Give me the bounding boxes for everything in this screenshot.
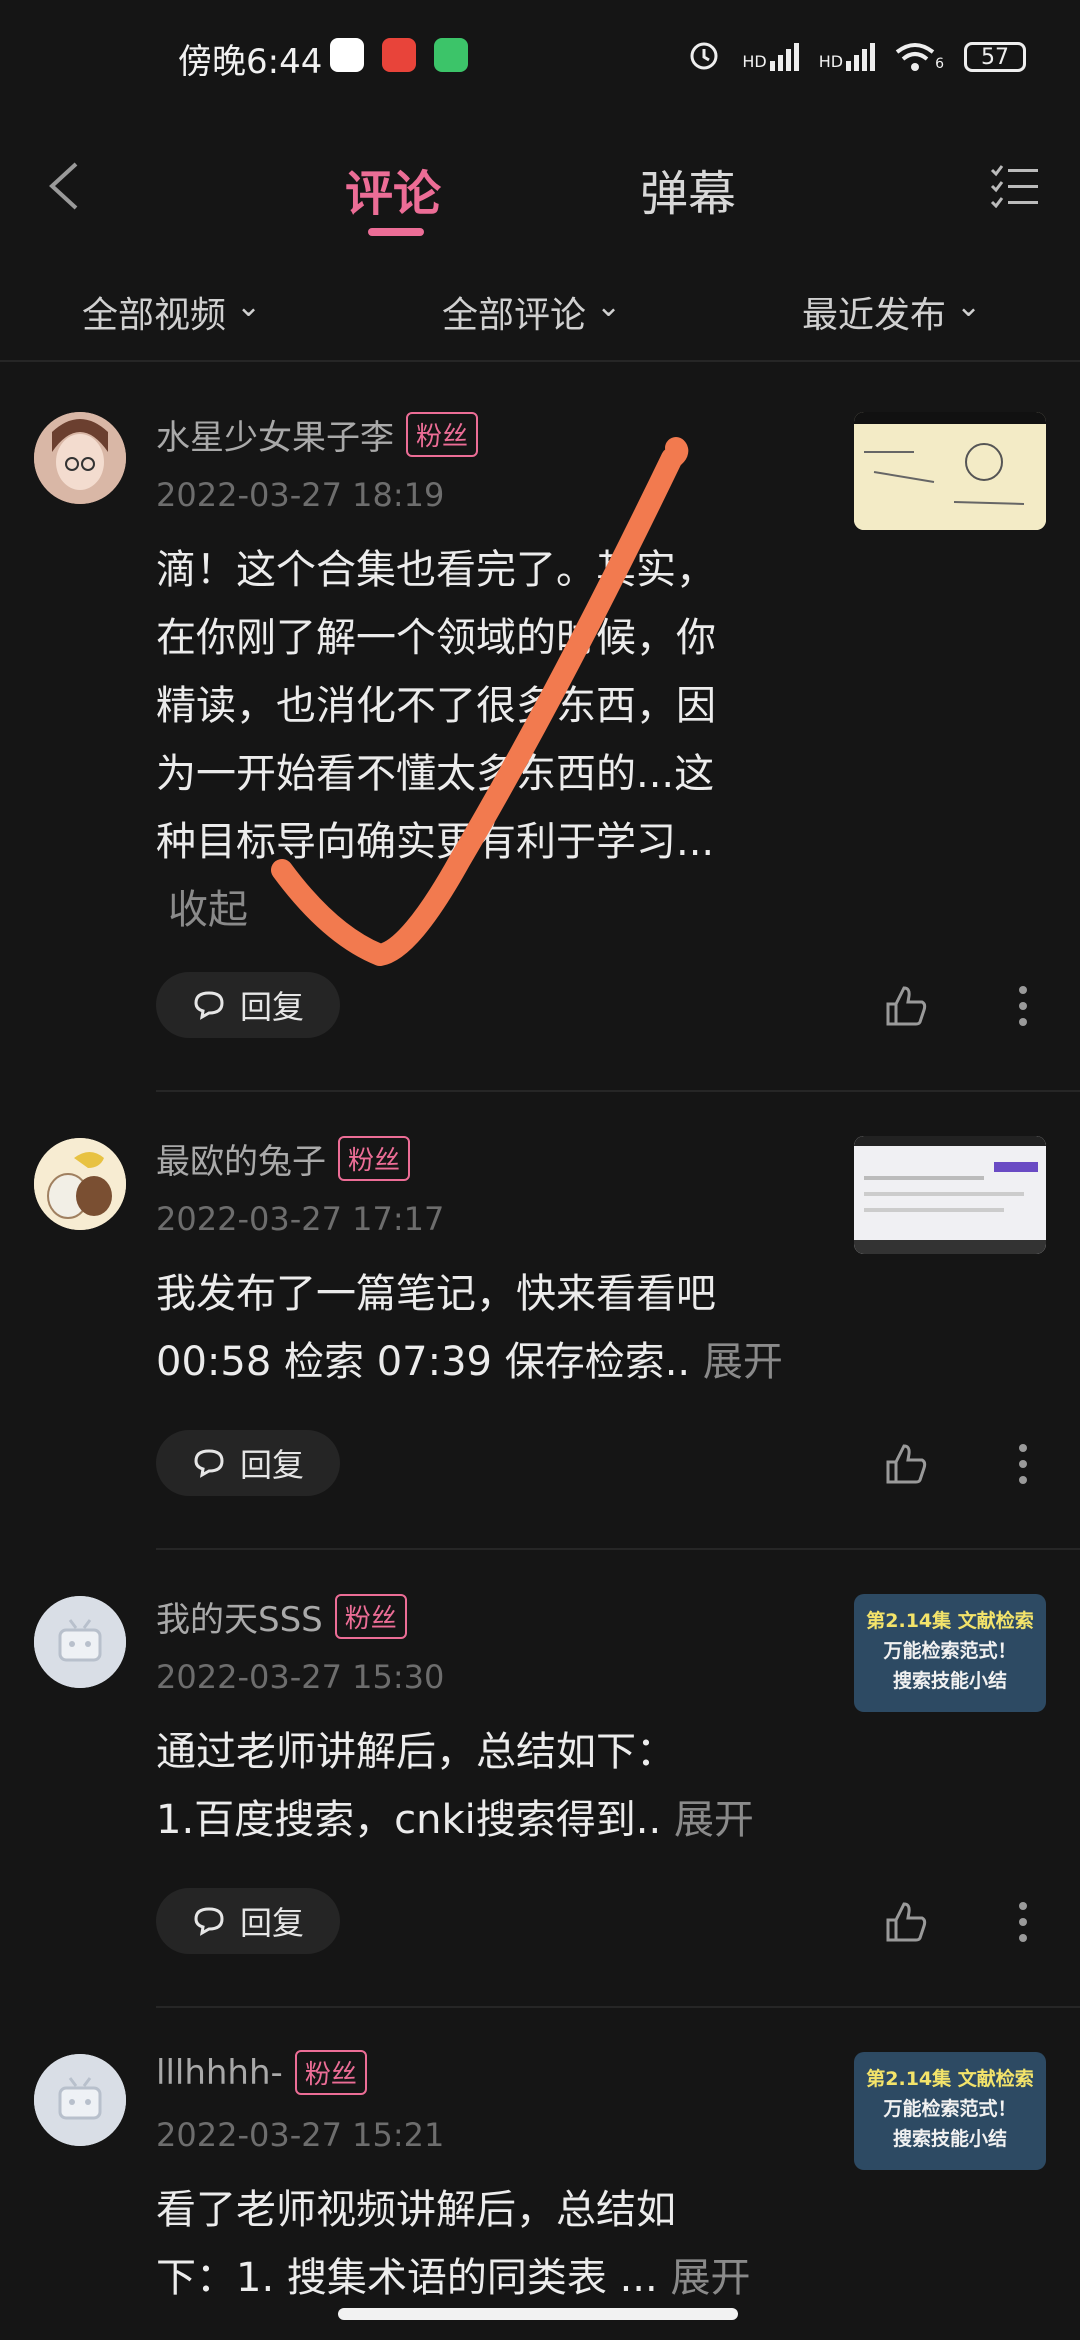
avatar[interactable] — [34, 1138, 126, 1230]
thumbnail-subtitle: 万能检索范式！ — [883, 2098, 1017, 2120]
network-type-2: HD — [818, 52, 844, 71]
status-right: HD HD 6 57 — [686, 36, 1026, 78]
reply-button[interactable]: 回复 — [156, 1888, 340, 1954]
comment-username[interactable]: 我的天SSS 粉丝 — [156, 1592, 407, 1641]
thumbs-up-icon[interactable] — [884, 984, 928, 1028]
comment-bubble-icon — [194, 1907, 224, 1936]
comment-username[interactable]: 水星少女果子李 粉丝 — [156, 410, 479, 459]
app-mascot-icon — [382, 38, 416, 72]
divider — [156, 1090, 1080, 1092]
comment-line: 看了老师视频讲解后，总结如 — [156, 2187, 676, 2233]
more-options-icon[interactable] — [1018, 1442, 1028, 1486]
expand-link[interactable]: 展开 — [670, 2255, 750, 2301]
reply-label: 回复 — [239, 1446, 304, 1484]
video-thumbnail[interactable] — [854, 412, 1046, 530]
fan-badge: 粉丝 — [338, 1136, 411, 1181]
username-text: 最欧的兔子 — [156, 1142, 326, 1182]
comment-line: 为一开始看不懂太多东西的...这 — [156, 751, 715, 797]
comment-line: 在你刚了解一个领域的时候，你 — [156, 615, 716, 661]
filter-sort-dropdown[interactable]: 最近发布 ⌄ — [802, 286, 981, 338]
chevron-down-icon: ⌄ — [596, 288, 622, 324]
comment-body[interactable]: 看了老师视频讲解后，总结如 下：1. 搜集术语的同类表 ... 展开 — [156, 2176, 836, 2312]
wifi-icon: 6 — [895, 42, 944, 72]
more-options-icon[interactable] — [1018, 984, 1028, 1028]
expand-link[interactable]: 展开 — [703, 1339, 783, 1385]
reply-button[interactable]: 回复 — [156, 972, 340, 1038]
tab-danmaku[interactable]: 弹幕 — [640, 154, 736, 224]
filter-comments-label: 全部评论 — [442, 295, 587, 336]
username-text: 水星少女果子李 — [156, 418, 394, 458]
signal-icon-1: HD — [742, 43, 799, 71]
avatar[interactable] — [34, 412, 126, 504]
comment-line: 我发布了一篇笔记，快来看看吧 — [156, 1271, 716, 1317]
comment-line: 通过老师讲解后，总结如下： — [156, 1729, 676, 1775]
comment-username[interactable]: 最欧的兔子 粉丝 — [156, 1134, 411, 1183]
comment-line: 滴！这个合集也看完了。其实， — [156, 547, 716, 593]
tab-comments[interactable]: 评论 — [345, 154, 441, 224]
status-bar: 傍晚6:44 HD HD 6 57 — [0, 0, 1080, 120]
comment-body[interactable]: 通过老师讲解后，总结如下： 1.百度搜索，cnki搜索得到.. 展开 — [156, 1718, 836, 1854]
list-check-icon[interactable] — [990, 164, 1040, 208]
alarm-icon — [686, 36, 722, 78]
video-thumbnail[interactable]: 第2.14集 文献检索 万能检索范式！ 搜索技能小结 — [854, 2052, 1046, 2170]
wifi-label: 6 — [935, 56, 944, 72]
thumbnail-subtitle: 搜索技能小结 — [892, 1670, 1007, 1692]
wechat-icon — [434, 38, 468, 72]
status-time: 傍晚6:44 — [178, 42, 323, 82]
battery-indicator: 57 — [964, 42, 1026, 72]
comment-line: 种目标导向确实更有利于学习... — [156, 819, 715, 865]
avatar[interactable] — [34, 2054, 126, 2146]
reply-label: 回复 — [239, 1904, 304, 1942]
filter-video-dropdown[interactable]: 全部视频 ⌄ — [82, 286, 261, 338]
chevron-down-icon: ⌄ — [236, 288, 262, 324]
avatar[interactable] — [34, 1596, 126, 1688]
thumbs-up-icon[interactable] — [884, 1900, 928, 1944]
filter-bar: 全部视频 ⌄ 全部评论 ⌄ 最近发布 ⌄ — [0, 260, 1080, 362]
comment-line: 下：1. 搜集术语的同类表 ... — [156, 2255, 658, 2301]
fan-badge: 粉丝 — [406, 412, 479, 457]
thumbnail-title: 第2.14集 文献检索 — [866, 2068, 1034, 2090]
comment-line: 精读，也消化不了很多东西，因 — [156, 683, 716, 729]
comment-line: 00:58 检索 07:39 保存检索.. — [156, 1339, 691, 1385]
reply-label: 回复 — [239, 988, 304, 1026]
comment-bubble-icon — [194, 1449, 224, 1478]
filter-comments-dropdown[interactable]: 全部评论 ⌄ — [442, 286, 621, 338]
thumbnail-title: 第2.14集 文献检索 — [866, 1610, 1034, 1632]
chevron-down-icon: ⌄ — [956, 288, 982, 324]
comment-date: 2022-03-27 17:17 — [156, 1200, 445, 1238]
more-options-icon[interactable] — [1018, 1900, 1028, 1944]
fan-badge: 粉丝 — [294, 2050, 367, 2095]
collapse-link[interactable]: 收起 — [156, 876, 776, 944]
thumbnail-subtitle: 万能检索范式！ — [883, 1640, 1017, 1662]
home-indicator[interactable] — [338, 2308, 738, 2320]
network-type-1: HD — [742, 52, 767, 71]
divider — [156, 2006, 1080, 2008]
comment-username[interactable]: lllhhhh- 粉丝 — [156, 2050, 367, 2095]
video-thumbnail[interactable]: 第2.14集 文献检索 万能检索范式！ 搜索技能小结 — [854, 1594, 1046, 1712]
video-thumbnail[interactable] — [854, 1136, 1046, 1254]
filter-sort-label: 最近发布 — [802, 295, 947, 336]
back-arrow-icon[interactable] — [44, 160, 84, 212]
baidu-netdisk-icon — [330, 38, 364, 72]
comment-date: 2022-03-27 18:19 — [156, 476, 445, 514]
status-app-icons — [330, 38, 468, 72]
username-text: 我的天SSS — [156, 1600, 323, 1640]
username-text: lllhhhh- — [156, 2052, 283, 2093]
expand-link[interactable]: 展开 — [674, 1797, 754, 1843]
comment-body[interactable]: 滴！这个合集也看完了。其实， 在你刚了解一个领域的时候，你 精读，也消化不了很多… — [156, 536, 776, 944]
top-nav: 评论 弹幕 — [0, 120, 1080, 250]
comment-bubble-icon — [194, 991, 224, 1020]
filter-video-label: 全部视频 — [82, 295, 227, 336]
comment-date: 2022-03-27 15:21 — [156, 2116, 445, 2154]
signal-icon-2: HD — [818, 43, 876, 71]
active-tab-indicator — [368, 228, 424, 236]
thumbs-up-icon[interactable] — [884, 1442, 928, 1486]
comment-line: 1.百度搜索，cnki搜索得到.. — [156, 1797, 662, 1843]
divider — [156, 1548, 1080, 1550]
thumbnail-subtitle: 搜索技能小结 — [892, 2128, 1007, 2150]
comment-body[interactable]: 我发布了一篇笔记，快来看看吧 00:58 检索 07:39 保存检索.. 展开 — [156, 1260, 836, 1396]
fan-badge: 粉丝 — [334, 1594, 407, 1639]
comment-date: 2022-03-27 15:30 — [156, 1658, 445, 1696]
reply-button[interactable]: 回复 — [156, 1430, 340, 1496]
